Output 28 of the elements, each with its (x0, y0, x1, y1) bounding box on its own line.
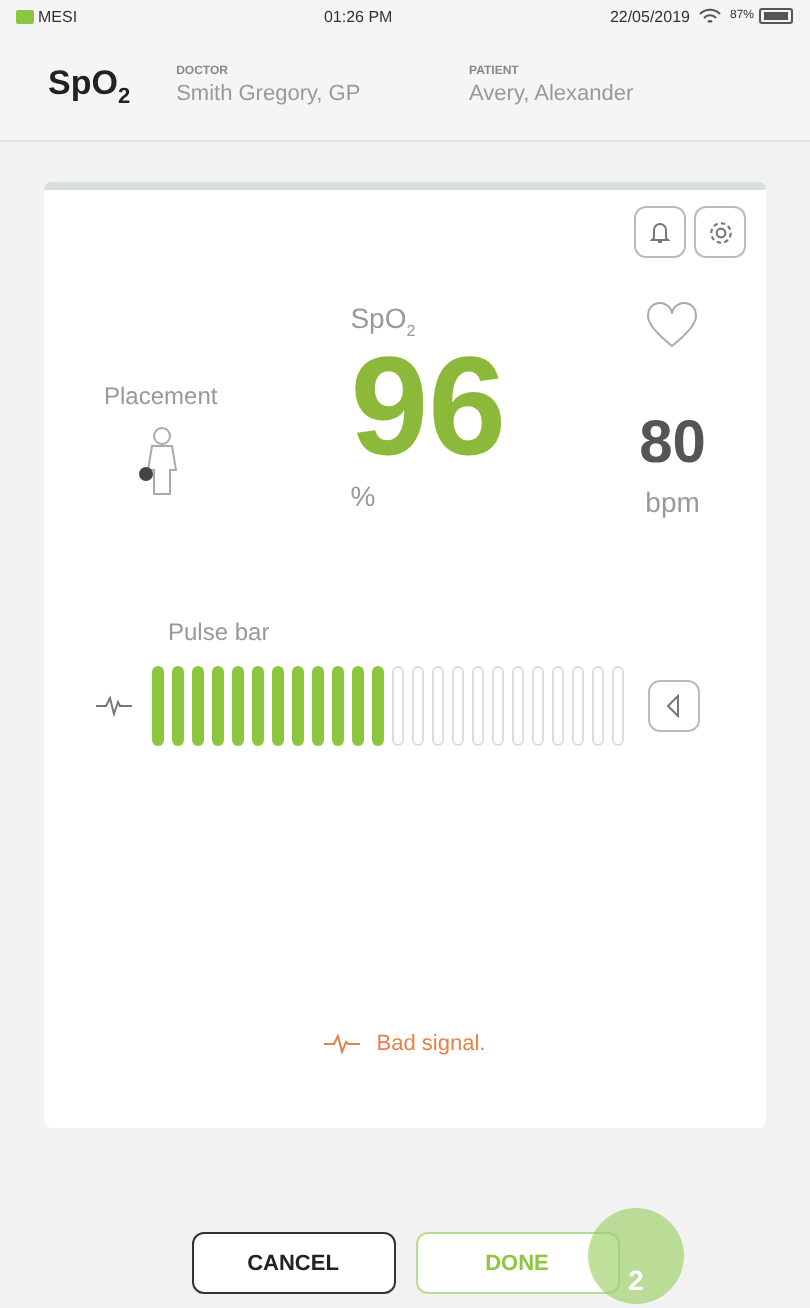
sound-button[interactable] (648, 680, 700, 732)
carrier-text: MESI (38, 7, 80, 25)
alarm-button[interactable] (634, 206, 686, 258)
settings-button[interactable] (694, 206, 746, 258)
time-text: 01:26 PM (323, 7, 395, 25)
spo2-value: 96 (350, 339, 507, 472)
pulse-rate-unit: bpm (645, 486, 700, 518)
touch-indicator: 2 (588, 1208, 684, 1304)
signal-warning: Bad signal. (376, 1032, 486, 1056)
cancel-button[interactable]: CANCEL (191, 1232, 395, 1294)
pulse-wave-icon (96, 694, 132, 718)
pulse-rate-value: 80 (639, 410, 706, 478)
pulse-bar-label: Pulse bar (168, 618, 270, 646)
settings-icon (707, 219, 733, 245)
battery-icon (758, 8, 794, 24)
spo2-label: SpO$_{2}$ (350, 302, 416, 340)
placement-label: Placement (104, 382, 218, 410)
speaker-icon (664, 694, 684, 718)
bell-icon (648, 220, 672, 244)
date-text: 22/05/2019 (609, 7, 690, 25)
patient-name: Avery, Alexander (469, 82, 636, 106)
doctor-name: Smith Gregory, GP (176, 82, 363, 106)
wifi-icon (697, 7, 722, 25)
pulse-wave-icon (324, 1034, 361, 1054)
spo2-unit: % (350, 479, 376, 512)
heart-icon (646, 302, 699, 350)
body-placement-icon (138, 426, 183, 498)
screen-title: SpO$_{2}$ (48, 63, 133, 109)
